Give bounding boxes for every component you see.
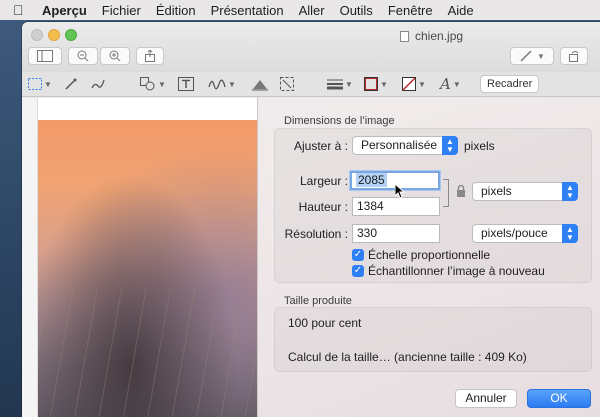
menu-fichier[interactable]: Fichier bbox=[102, 3, 141, 18]
text-box-icon bbox=[178, 77, 194, 91]
shapes-icon bbox=[140, 77, 155, 91]
image-canvas-texture bbox=[38, 288, 268, 417]
crop-button[interactable]: Recadrer bbox=[480, 75, 540, 93]
apple-icon[interactable]:  bbox=[13, 0, 27, 20]
menu-presentation[interactable]: Présentation bbox=[211, 3, 284, 18]
menu-app[interactable]: Aperçu bbox=[42, 3, 87, 18]
pen-icon bbox=[520, 50, 532, 62]
fill-color-tool[interactable]: ▼ bbox=[402, 75, 426, 93]
text-tool[interactable] bbox=[178, 75, 194, 93]
line-style-icon bbox=[327, 79, 343, 90]
zoom-in-icon bbox=[109, 50, 121, 62]
resolution-unit-value: pixels/pouce bbox=[481, 226, 548, 240]
title-bar: chien.jpg ▼ bbox=[22, 22, 600, 72]
adjust-color-tool[interactable] bbox=[252, 75, 268, 93]
up-down-arrows-icon: ▲ ▼ bbox=[442, 136, 458, 155]
thumbnail-strip bbox=[22, 98, 38, 417]
height-value: 1384 bbox=[357, 199, 384, 213]
shapes-tool[interactable]: ▼ bbox=[140, 75, 166, 93]
fit-label: Ajuster à : bbox=[293, 139, 348, 153]
menu-aide[interactable]: Aide bbox=[448, 3, 474, 18]
chevron-down-icon: ▼ bbox=[44, 79, 52, 89]
resample-label[interactable]: Échantillonner l’image à nouveau bbox=[368, 264, 545, 278]
cancel-button[interactable]: Annuler bbox=[455, 389, 517, 408]
height-label: Hauteur : bbox=[298, 200, 348, 214]
zoom-out-icon bbox=[77, 50, 89, 62]
line-style-tool[interactable]: ▼ bbox=[327, 75, 353, 93]
markup-toolbar: ▼ ▼ ▼ ▼ ▼ ▼ A ▼ Recadrer bbox=[22, 72, 600, 97]
sidebar-icon bbox=[37, 50, 53, 62]
minimize-window-button[interactable] bbox=[48, 29, 60, 41]
close-window-button[interactable] bbox=[31, 29, 43, 41]
share-button[interactable] bbox=[136, 47, 164, 65]
menu-edition[interactable]: Édition bbox=[156, 3, 196, 18]
resolution-field[interactable]: 330 bbox=[352, 224, 440, 243]
menu-outils[interactable]: Outils bbox=[340, 3, 373, 18]
fill-color-icon bbox=[402, 77, 416, 91]
scale-proportionally-label[interactable]: Échelle proportionnelle bbox=[368, 248, 490, 262]
sketch-tool[interactable] bbox=[90, 75, 106, 93]
border-color-tool[interactable]: ▼ bbox=[364, 75, 388, 93]
chevron-down-icon: ▼ bbox=[345, 79, 353, 89]
share-icon bbox=[145, 50, 155, 62]
resize-icon bbox=[280, 77, 294, 91]
chevron-down-icon: ▼ bbox=[452, 79, 461, 89]
signature-icon bbox=[208, 79, 226, 90]
chevron-down-icon: ▼ bbox=[537, 51, 545, 61]
sidebar-toggle-button[interactable] bbox=[28, 47, 62, 65]
sketch-icon bbox=[91, 79, 105, 89]
document-icon bbox=[400, 30, 409, 42]
result-size: Calcul de la taille… (ancienne taille : … bbox=[288, 350, 527, 364]
size-unit-popup[interactable]: pixels ▲ ▼ bbox=[472, 182, 578, 201]
rotate-button[interactable] bbox=[560, 47, 588, 65]
selection-tool[interactable]: ▼ bbox=[28, 75, 52, 93]
zoom-window-button[interactable] bbox=[65, 29, 77, 41]
menu-bar:  Aperçu Fichier Édition Présentation Al… bbox=[0, 0, 600, 20]
scale-proportionally-checkbox[interactable]: ✓ bbox=[352, 249, 364, 261]
result-percent: 100 pour cent bbox=[288, 316, 362, 330]
adjust-size-sheet: Dimensions de l’image Ajuster à : Person… bbox=[257, 97, 600, 417]
fit-unit: pixels bbox=[464, 139, 495, 153]
proportion-bracket bbox=[443, 179, 449, 207]
menu-fenetre[interactable]: Fenêtre bbox=[388, 3, 433, 18]
resolution-value: 330 bbox=[357, 226, 378, 240]
chevron-down-icon: ▼ bbox=[228, 79, 236, 89]
ok-button[interactable]: OK bbox=[527, 389, 591, 408]
result-section-title: Taille produite bbox=[284, 295, 352, 307]
chevron-down-icon: ▼ bbox=[158, 79, 166, 89]
mouse-pointer-icon bbox=[395, 184, 405, 199]
resample-checkbox[interactable]: ✓ bbox=[352, 265, 364, 277]
lock-icon[interactable] bbox=[456, 184, 466, 200]
rect-selection-icon bbox=[28, 78, 42, 90]
document-title: chien.jpg bbox=[400, 29, 463, 43]
text-style-icon: A bbox=[440, 75, 451, 93]
instant-alpha-tool[interactable] bbox=[64, 75, 78, 93]
magic-wand-icon bbox=[65, 78, 77, 90]
rotate-icon bbox=[569, 51, 579, 62]
width-label: Largeur : bbox=[299, 174, 348, 188]
adjust-color-icon bbox=[252, 80, 268, 91]
markup-toolbar-button[interactable]: ▼ bbox=[510, 47, 554, 65]
resolution-label: Résolution : bbox=[284, 227, 348, 241]
zoom-in-button[interactable] bbox=[100, 47, 130, 65]
chevron-down-icon: ▼ bbox=[380, 79, 388, 89]
text-style-tool[interactable]: A ▼ bbox=[440, 75, 461, 93]
up-down-arrows-icon: ▲ ▼ bbox=[562, 182, 578, 201]
chevron-down-icon: ▼ bbox=[418, 79, 426, 89]
fit-popup[interactable]: Personnalisée ▲ ▼ bbox=[352, 136, 458, 155]
fit-popup-value: Personnalisée bbox=[361, 138, 438, 152]
border-color-icon bbox=[364, 77, 378, 91]
document-title-text: chien.jpg bbox=[415, 29, 464, 43]
sign-tool[interactable]: ▼ bbox=[208, 75, 236, 93]
up-down-arrows-icon: ▲ ▼ bbox=[562, 224, 578, 243]
size-unit-value: pixels bbox=[481, 184, 512, 198]
zoom-out-button[interactable] bbox=[68, 47, 98, 65]
menu-aller[interactable]: Aller bbox=[299, 3, 325, 18]
resolution-unit-popup[interactable]: pixels/pouce ▲ ▼ bbox=[472, 224, 578, 243]
dimensions-section-title: Dimensions de l’image bbox=[284, 115, 395, 127]
adjust-size-tool[interactable] bbox=[280, 75, 294, 93]
width-value: 2085 bbox=[356, 173, 387, 187]
